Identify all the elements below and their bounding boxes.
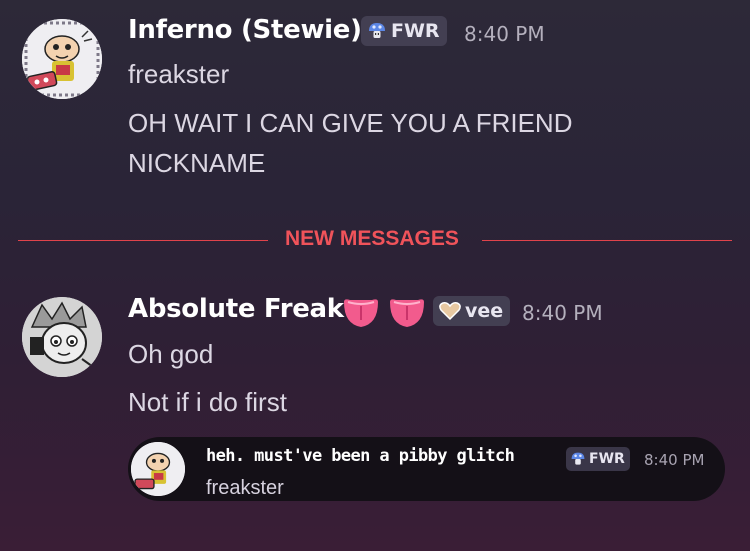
new-messages-divider-right (482, 240, 732, 241)
avatar-absolute-freak[interactable] (22, 297, 102, 377)
heart-icon (439, 302, 461, 321)
tongue-emoji-icon (344, 299, 424, 327)
stewie-avatar-image (131, 442, 185, 496)
reply-preview-guild-tag-label: FWR (589, 451, 625, 467)
reply-preview-timestamp: 8:40 PM (644, 451, 705, 469)
freak-avatar-image (22, 297, 102, 377)
message-line: freakster (128, 59, 230, 89)
author-name[interactable]: Absolute Freak (128, 294, 344, 324)
timestamp[interactable]: 8:40 PM (464, 22, 545, 46)
new-messages-divider-left (18, 240, 268, 241)
guild-tag-label: FWR (391, 20, 440, 42)
message-line: Oh god (128, 339, 214, 369)
author-name[interactable]: Inferno (Stewie) (128, 15, 362, 45)
reply-preview-avatar[interactable] (131, 442, 185, 496)
message-line: OH WAIT I CAN GIVE YOU A FRIEND (128, 108, 573, 138)
guild-tag[interactable]: vee (433, 296, 511, 326)
stewie-avatar-image (22, 19, 102, 99)
guild-tag[interactable]: FWR (361, 16, 447, 46)
reply-preview-author[interactable]: heh. must've been a pibby glitch (206, 446, 515, 466)
mushroom-icon (571, 452, 585, 465)
timestamp[interactable]: 8:40 PM (522, 301, 603, 325)
new-messages-label: NEW MESSAGES (285, 227, 459, 250)
reply-preview-text: freakster (206, 477, 284, 499)
reply-preview-guild-tag[interactable]: FWR (566, 447, 630, 471)
message-line: Not if i do first (128, 387, 287, 417)
mushroom-icon (369, 23, 385, 38)
guild-tag-label: vee (465, 300, 504, 322)
message-line: NICKNAME (128, 148, 266, 178)
avatar-inferno[interactable] (22, 19, 102, 99)
